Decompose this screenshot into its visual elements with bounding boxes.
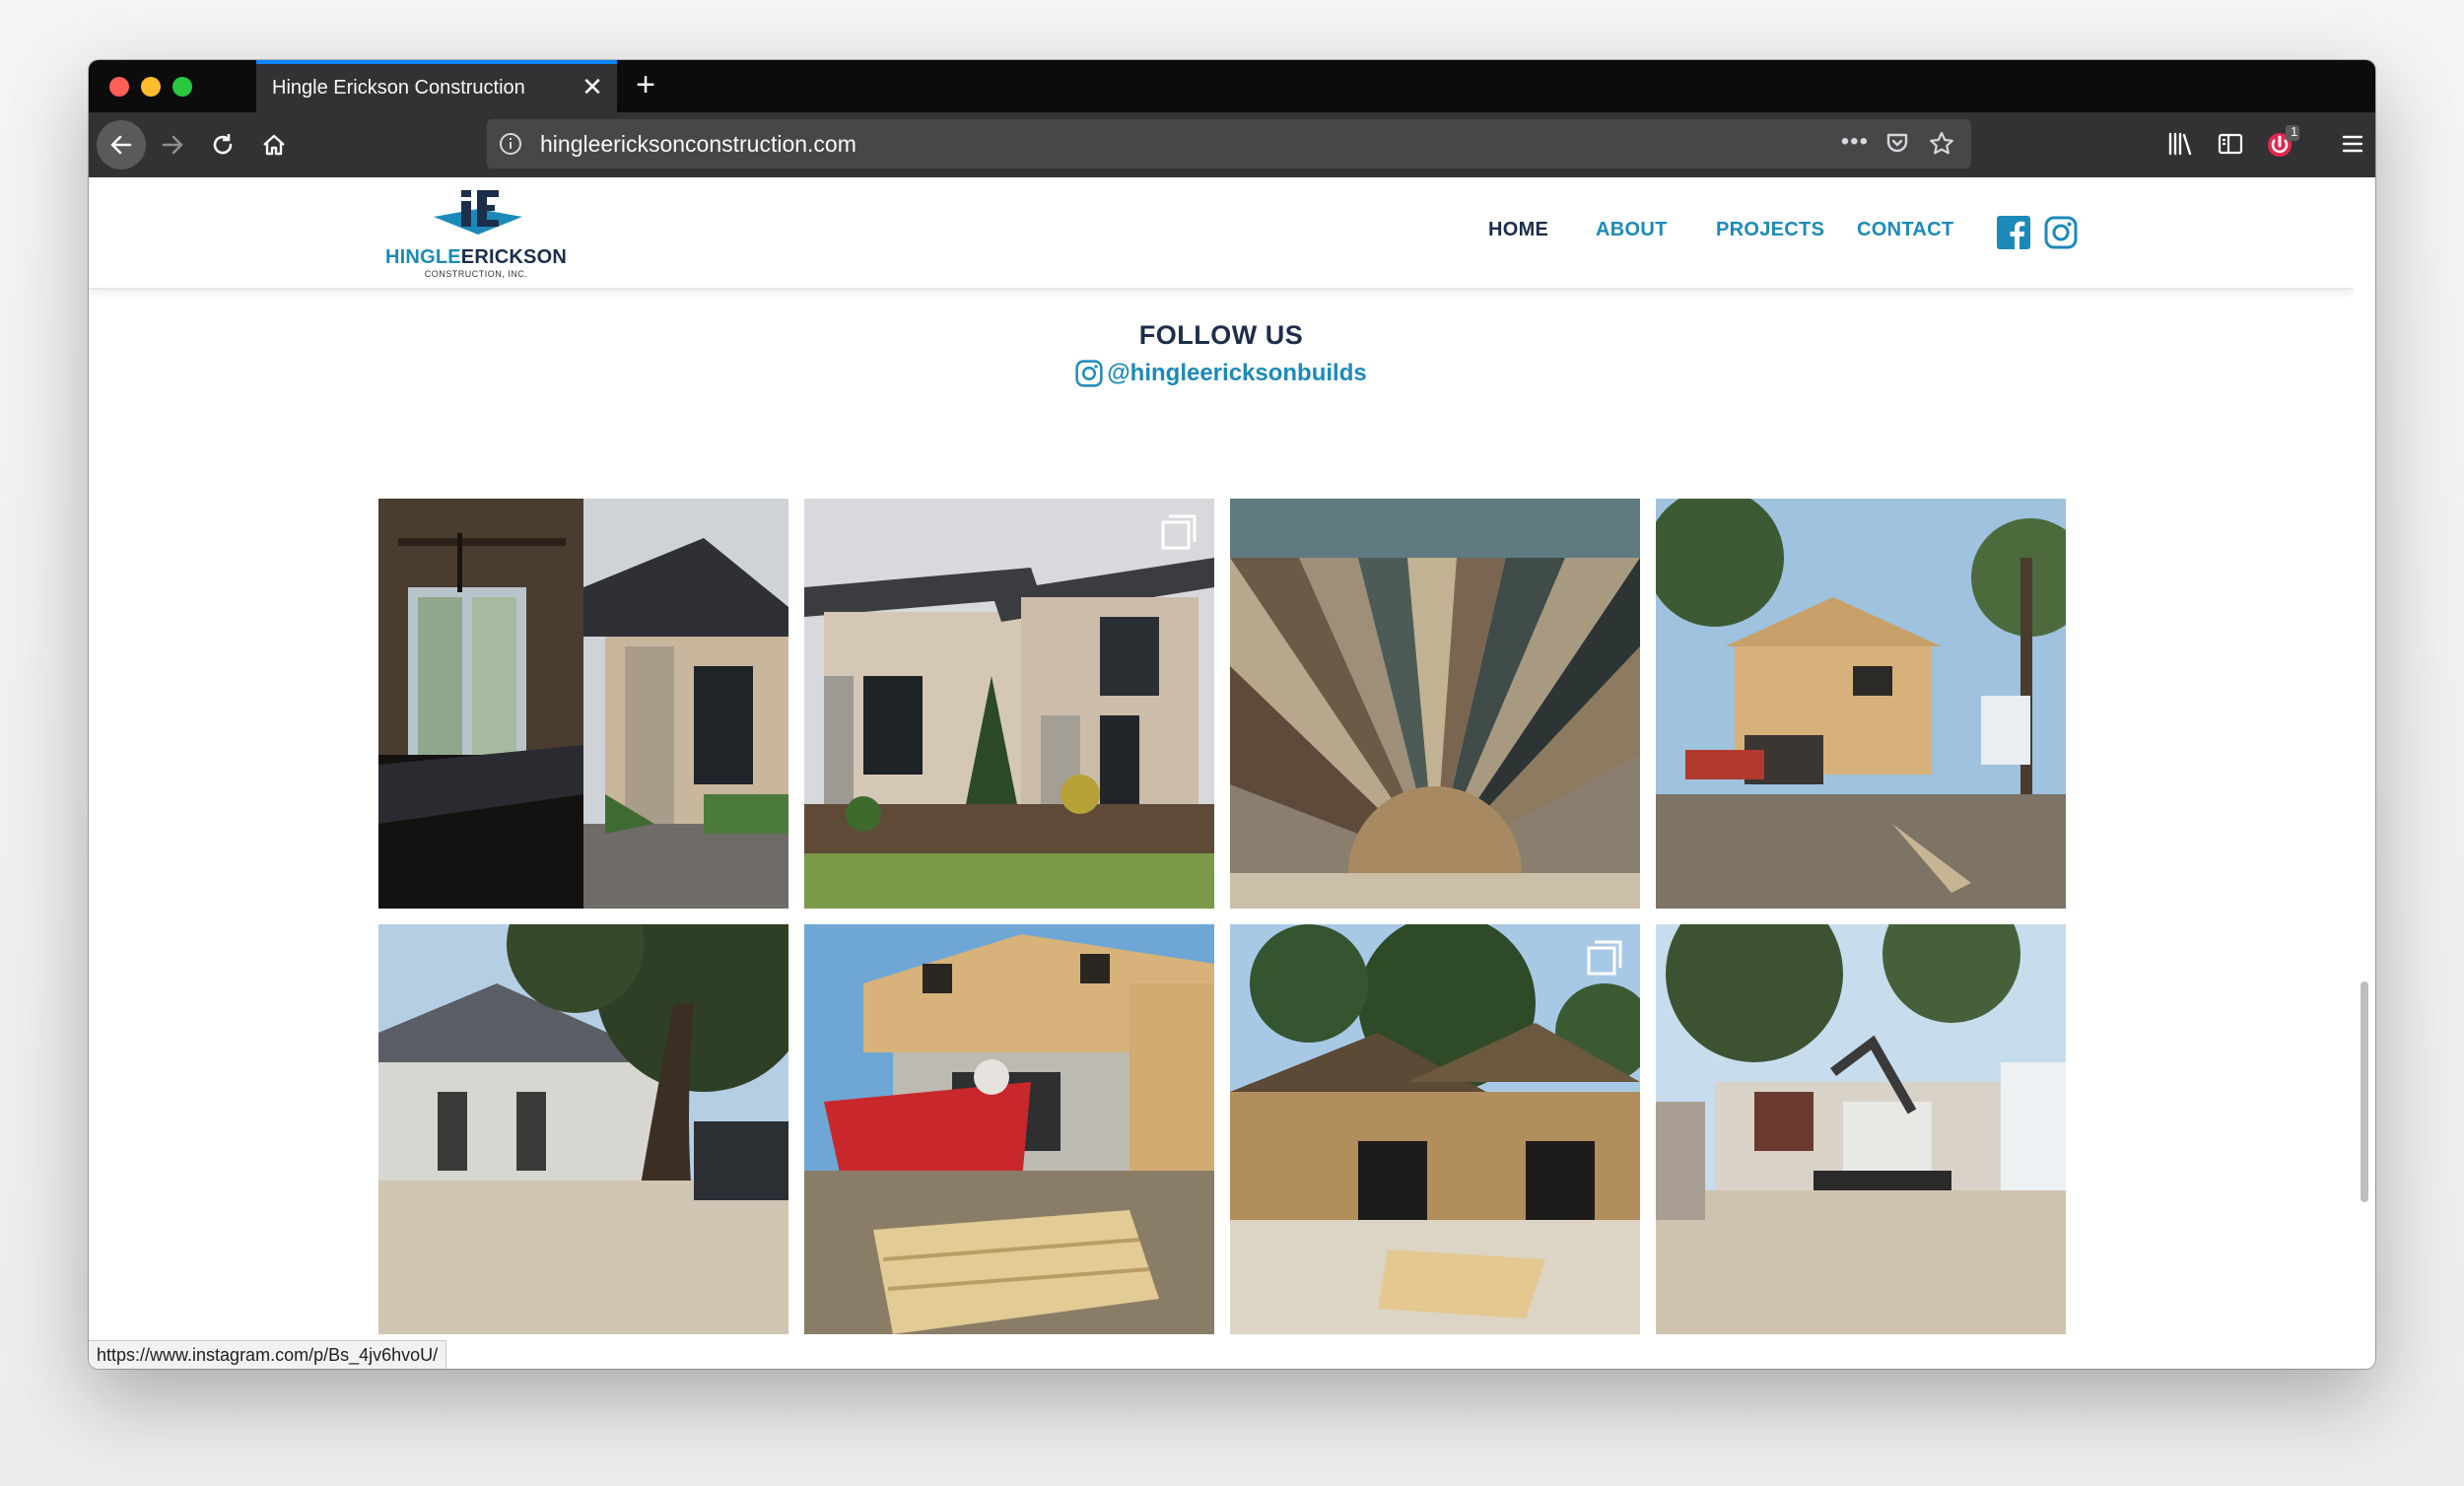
gallery-photo-modern-house[interactable] — [804, 499, 1214, 909]
nav-home[interactable]: HOME — [1488, 219, 1548, 241]
tab-title: Hingle Erickson Construction — [272, 77, 525, 99]
nav-contact[interactable]: CONTACT — [1857, 219, 1953, 241]
browser-window: Hingle Erickson Construction ✕ + hinglee… — [89, 60, 2375, 1369]
forward-arrow-icon — [162, 135, 183, 155]
forward-button[interactable] — [148, 120, 197, 169]
bookmark-star-icon[interactable] — [1928, 130, 1955, 158]
address-bar[interactable]: hingleericksonconstruction.com ••• — [487, 119, 1971, 169]
url-text[interactable]: hingleericksonconstruction.com — [540, 131, 856, 158]
multiple-photos-icon — [1161, 514, 1197, 550]
site-info-icon — [500, 133, 521, 155]
window-close-button[interactable] — [109, 77, 129, 97]
status-bar-link: https://www.instagram.com/p/Bs_4jv6hvoU/ — [89, 1340, 447, 1369]
gallery-photo-garage-framing[interactable] — [1230, 924, 1640, 1334]
reload-button[interactable] — [198, 120, 247, 169]
home-icon — [263, 134, 285, 156]
nav-projects[interactable]: PROJECTS — [1716, 219, 1824, 241]
gallery-photo-kitchen-exterior[interactable] — [378, 499, 788, 909]
logo-word-1: HINGLE — [385, 246, 461, 268]
navigation-toolbar: hingleericksonconstruction.com ••• 1 — [89, 112, 2375, 177]
instagram-icon[interactable] — [2044, 216, 2078, 249]
nav-about[interactable]: ABOUT — [1596, 219, 1668, 241]
sidebar-icon[interactable] — [2216, 129, 2245, 159]
web-page: HINGLEERICKSON CONSTRUCTION, INC. HOME A… — [89, 177, 2354, 1369]
pocket-icon[interactable] — [1884, 130, 1910, 156]
logo-subtitle: CONSTRUCTION, INC. — [424, 269, 528, 279]
facebook-icon[interactable] — [1997, 216, 2030, 249]
back-arrow-icon — [110, 135, 132, 155]
site-logo[interactable]: HINGLEERICKSON CONSTRUCTION, INC. — [382, 187, 570, 279]
gallery-photo-dumpster-lumber[interactable] — [804, 924, 1214, 1334]
gallery-photo-oak-tree-house[interactable] — [378, 924, 788, 1334]
follow-us-heading: FOLLOW US — [1138, 320, 1304, 350]
instagram-handle: @hingleericksonbuilds — [1107, 360, 1367, 386]
logo-word-2: ERICKSON — [460, 246, 567, 268]
window-maximize-button[interactable] — [172, 77, 192, 97]
menu-icon[interactable] — [2338, 129, 2367, 159]
extension-badge: 1 — [2291, 124, 2298, 139]
tab-close-icon[interactable]: ✕ — [578, 72, 607, 101]
logo-mark-icon — [434, 190, 522, 235]
new-tab-button[interactable]: + — [626, 66, 665, 103]
reload-icon — [213, 134, 233, 155]
site-header: HINGLEERICKSON CONSTRUCTION, INC. HOME A… — [89, 177, 2354, 289]
home-button[interactable] — [249, 120, 299, 169]
page-actions-icon[interactable]: ••• — [1841, 128, 1869, 156]
library-icon[interactable] — [2165, 129, 2195, 159]
gallery-photo-framing-two-story[interactable] — [1656, 499, 2066, 909]
gallery-photo-wood-sunburst[interactable] — [1230, 499, 1640, 909]
gallery-photo-excavator[interactable] — [1656, 924, 2066, 1334]
scrollbar-thumb[interactable] — [2361, 981, 2368, 1202]
multiple-photos-icon — [1587, 940, 1622, 976]
logo-wordmark: HINGLEERICKSON — [382, 246, 570, 269]
instagram-small-icon — [1075, 360, 1103, 387]
instagram-handle-link[interactable]: @hingleericksonbuilds — [89, 360, 2354, 387]
window-minimize-button[interactable] — [141, 77, 161, 97]
back-button[interactable] — [97, 120, 146, 169]
browser-tab[interactable]: Hingle Erickson Construction ✕ — [256, 60, 617, 112]
page-scrollbar[interactable] — [2354, 177, 2375, 1369]
tab-bar: Hingle Erickson Construction ✕ + — [89, 60, 2375, 112]
